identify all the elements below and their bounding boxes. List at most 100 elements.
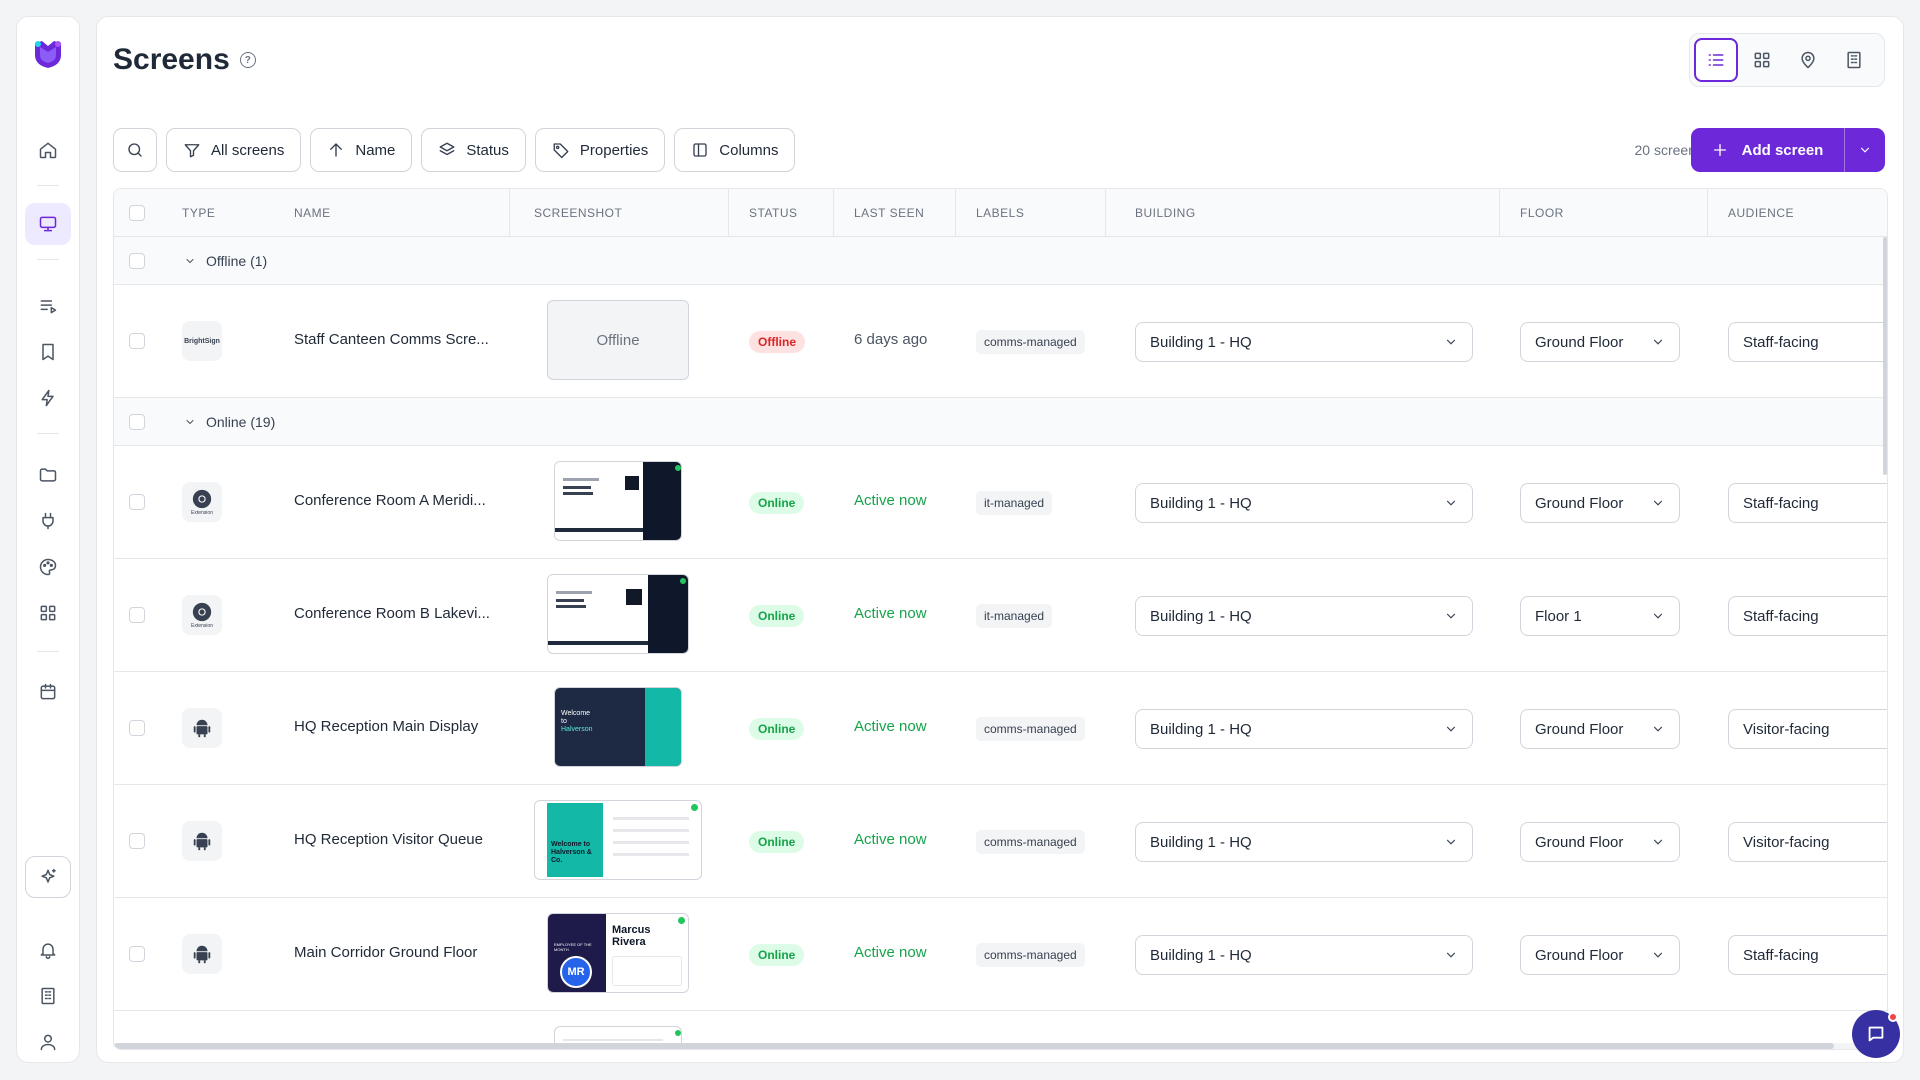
group-toggle-offline[interactable]: Offline (1) <box>184 237 267 285</box>
screen-name[interactable]: HQ Reception Visitor Queue <box>294 831 483 848</box>
col-status[interactable]: STATUS <box>749 189 834 237</box>
building-select[interactable]: Building 1 - HQ <box>1135 483 1473 523</box>
nav-apps-icon[interactable] <box>25 592 71 634</box>
floor-select[interactable]: Floor 1 <box>1520 596 1680 636</box>
row-checkbox[interactable] <box>129 720 145 736</box>
col-last-seen[interactable]: LAST SEEN <box>854 189 956 237</box>
all-screens-label: All screens <box>211 141 285 159</box>
screenshot-thumbnail[interactable] <box>554 461 682 541</box>
floor-select[interactable]: Ground Floor <box>1520 483 1680 523</box>
nav-calendar-icon[interactable] <box>25 671 71 713</box>
label-chip[interactable]: comms-managed <box>976 943 1085 967</box>
audience-select[interactable]: Visitor-facing <box>1728 709 1887 749</box>
table-row[interactable]: HQ Reception Main Display Welcome to Hal… <box>114 672 1887 785</box>
add-screen-button[interactable]: Add screen <box>1691 128 1845 172</box>
nav-bell-icon[interactable] <box>25 929 71 971</box>
building-select[interactable]: Building 1 - HQ <box>1135 935 1473 975</box>
col-type[interactable]: TYPE <box>182 189 215 237</box>
screen-name[interactable]: Conference Room B Lakevi... <box>294 605 490 622</box>
nav-ai-sparkle-icon[interactable] <box>25 856 71 898</box>
audience-select[interactable]: Staff-facing <box>1728 483 1887 523</box>
arrow-up-icon <box>330 143 343 157</box>
screenshot-thumbnail[interactable] <box>547 574 689 654</box>
chevron-down-icon <box>1653 726 1663 732</box>
col-screenshot[interactable]: SCREENSHOT <box>534 189 729 237</box>
col-floor[interactable]: FLOOR <box>1520 189 1708 237</box>
floor-select[interactable]: Ground Floor <box>1520 709 1680 749</box>
audience-select[interactable]: Staff-facing <box>1728 596 1887 636</box>
group-checkbox[interactable] <box>129 414 145 430</box>
nav-playlist-icon[interactable] <box>25 285 71 327</box>
row-checkbox[interactable] <box>129 946 145 962</box>
label-chip[interactable]: it-managed <box>976 491 1053 515</box>
row-checkbox[interactable] <box>129 833 145 849</box>
row-checkbox[interactable] <box>129 607 145 623</box>
col-name[interactable]: NAME <box>294 189 510 237</box>
building-select[interactable]: Building 1 - HQ <box>1135 596 1473 636</box>
nav-home-icon[interactable] <box>25 129 71 171</box>
row-checkbox[interactable] <box>129 333 145 349</box>
add-screen-dropdown-button[interactable] <box>1845 128 1885 172</box>
help-icon[interactable]: ? <box>239 52 256 68</box>
table-row[interactable]: Main Corridor Ground Floor EMPLOYEE OF T… <box>114 898 1887 1011</box>
nav-user-icon[interactable] <box>25 1021 71 1063</box>
table-row[interactable]: BrightSign Staff Canteen Comms Scre... O… <box>114 285 1887 398</box>
screenshot-thumbnail[interactable]: Welcome to Halverson <box>554 687 682 767</box>
floor-select[interactable]: Ground Floor <box>1520 935 1680 975</box>
col-audience[interactable]: AUDIENCE <box>1728 189 1794 237</box>
filter-all-screens-button[interactable]: All screens <box>166 128 302 172</box>
label-chip[interactable]: it-managed <box>976 604 1053 628</box>
group-label-text: Online (19) <box>206 414 276 430</box>
row-checkbox[interactable] <box>129 494 145 510</box>
map-pin-view-icon[interactable] <box>1786 38 1830 82</box>
nav-screens-monitor-icon[interactable] <box>25 203 71 245</box>
group-toggle-online[interactable]: Online (19) <box>184 398 275 446</box>
col-labels[interactable]: LABELS <box>976 189 1106 237</box>
screen-name[interactable]: Staff Canteen Comms Scre... <box>294 331 489 348</box>
table-row[interactable]: Extension Conference Room A Meridi... On… <box>114 446 1887 559</box>
nav-plug-icon[interactable] <box>25 500 71 542</box>
audience-select[interactable]: Visitor-facing <box>1728 822 1887 862</box>
audience-select[interactable]: Staff-facing <box>1728 322 1887 362</box>
nav-building-icon[interactable] <box>25 975 71 1017</box>
nav-folder-icon[interactable] <box>25 454 71 496</box>
nav-bookmark-icon[interactable] <box>25 331 71 373</box>
table-header: TYPE NAME SCREENSHOT STATUS LAST SEEN LA… <box>114 189 1887 237</box>
building-select[interactable]: Building 1 - HQ <box>1135 322 1473 362</box>
audience-select[interactable]: Staff-facing <box>1728 935 1887 975</box>
chat-support-button[interactable] <box>1852 1010 1900 1058</box>
group-checkbox[interactable] <box>129 253 145 269</box>
search-button[interactable] <box>113 128 157 172</box>
screenshot-placeholder[interactable]: Offline <box>547 300 689 380</box>
building-select[interactable]: Building 1 - HQ <box>1135 822 1473 862</box>
chevron-down-icon <box>1653 500 1663 506</box>
screen-name[interactable]: HQ Reception Main Display <box>294 718 478 735</box>
screen-name[interactable]: Conference Room A Meridi... <box>294 492 486 509</box>
building-view-icon[interactable] <box>1832 38 1876 82</box>
properties-filter-button[interactable]: Properties <box>534 128 666 172</box>
list-view-icon[interactable] <box>1694 38 1738 82</box>
nav-lightning-icon[interactable] <box>25 377 71 419</box>
sort-name-button[interactable]: Name <box>310 128 413 172</box>
horizontal-scrollbar[interactable] <box>114 1043 1887 1049</box>
screenshot-thumbnail[interactable]: Welcome to Halverson & Co. <box>534 800 702 880</box>
screen-name[interactable]: Main Corridor Ground Floor <box>294 944 477 961</box>
label-chip[interactable]: comms-managed <box>976 330 1085 354</box>
vertical-scrollbar[interactable] <box>1883 237 1887 475</box>
table-row[interactable]: Extension Conference Room B Lakevi... On… <box>114 559 1887 672</box>
status-filter-button[interactable]: Status <box>421 128 526 172</box>
columns-button[interactable]: Columns <box>674 128 796 172</box>
sort-name-label: Name <box>355 141 396 159</box>
col-building[interactable]: BUILDING <box>1135 189 1500 237</box>
app-logo[interactable] <box>31 37 65 71</box>
label-chip[interactable]: comms-managed <box>976 830 1085 854</box>
label-chip[interactable]: comms-managed <box>976 717 1085 741</box>
grid-view-icon[interactable] <box>1740 38 1784 82</box>
screenshot-thumbnail[interactable]: EMPLOYEE OF THE MONTH MR Marcus Rivera <box>547 913 689 993</box>
table-row[interactable]: HQ Reception Visitor Queue Welcome to Ha… <box>114 785 1887 898</box>
building-select[interactable]: Building 1 - HQ <box>1135 709 1473 749</box>
floor-select[interactable]: Ground Floor <box>1520 822 1680 862</box>
select-all-checkbox[interactable] <box>129 205 145 221</box>
nav-palette-icon[interactable] <box>25 546 71 588</box>
floor-select[interactable]: Ground Floor <box>1520 322 1680 362</box>
